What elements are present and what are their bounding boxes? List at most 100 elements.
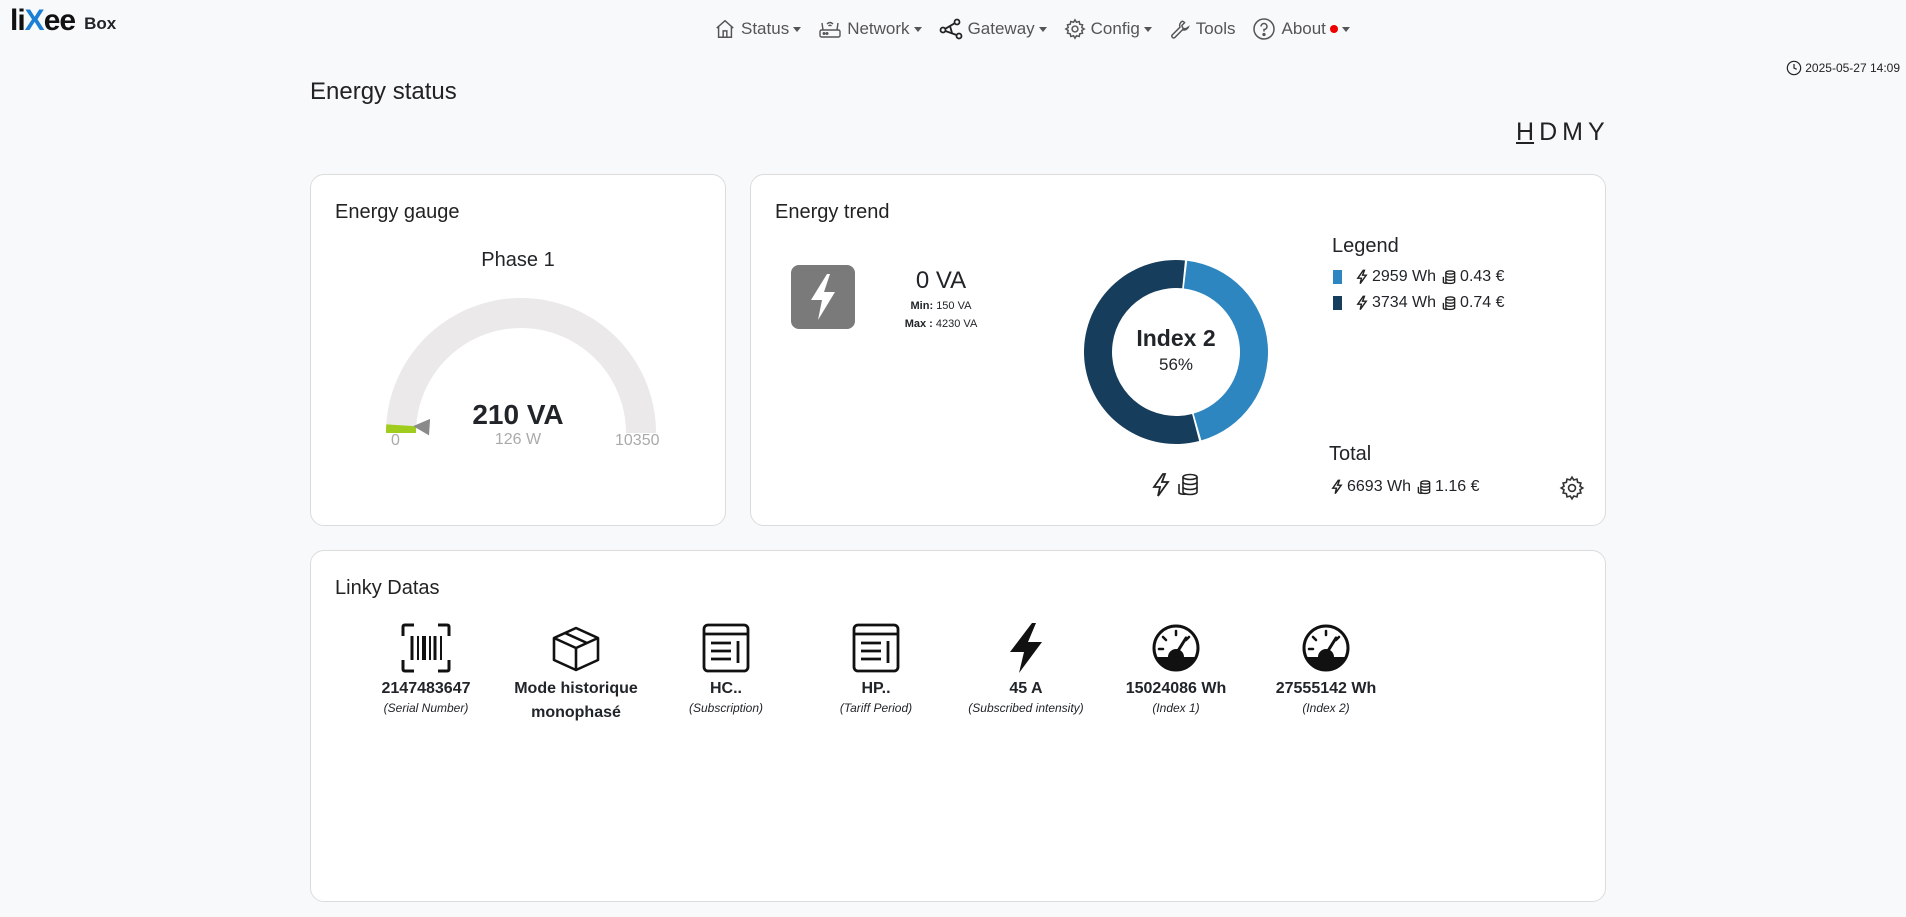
- bolt-outline-icon: [1356, 295, 1368, 311]
- mode-value: Mode historique monophasé: [514, 680, 638, 721]
- legend-cost: 0.74 €: [1460, 294, 1505, 311]
- gear-icon: [1064, 18, 1086, 40]
- settings-gear-icon[interactable]: [1559, 475, 1585, 501]
- barcode-icon: [401, 623, 451, 673]
- intensity-value: 45 A: [1009, 680, 1043, 697]
- linky-items: 2147483647 (Serial Number) Mode historiq…: [351, 621, 1401, 725]
- power-tile: [791, 265, 855, 329]
- gauge-min: 0: [391, 432, 400, 449]
- bolt-outline-icon: [1356, 269, 1368, 285]
- phase-label: Phase 1: [481, 249, 555, 271]
- question-circle-icon: [1253, 18, 1276, 40]
- total-title: Total: [1329, 443, 1372, 465]
- linky-item-mode: Mode historique monophasé: [501, 621, 651, 725]
- nav-gateway-label: Gateway: [967, 19, 1035, 38]
- navbar: liXee Box Status Network Gateway Config …: [0, 0, 1906, 76]
- total-row: 6693 Wh 1.16 €: [1331, 478, 1480, 496]
- page-title: Energy status: [310, 78, 457, 105]
- serial-number-value: 2147483647: [381, 680, 471, 697]
- document-icon: [852, 623, 900, 673]
- nav-config-label: Config: [1090, 19, 1140, 38]
- linky-item-tariff-period: HP.. (Tariff Period): [801, 621, 951, 725]
- chevron-down-icon: [1341, 26, 1350, 32]
- chevron-down-icon: [793, 26, 802, 32]
- meter-icon: [1152, 624, 1200, 672]
- gauge-value: 210 VA: [472, 399, 564, 430]
- chevron-down-icon: [1143, 26, 1152, 32]
- donut-percent: 56%: [1158, 355, 1194, 374]
- home-icon: [716, 19, 734, 38]
- current-power: 0 VA: [915, 267, 967, 294]
- index-donut-chart: [1084, 260, 1268, 445]
- total-cost: 1.16 €: [1435, 478, 1480, 495]
- donut-segment-index-2: [1084, 260, 1200, 445]
- index-2-label: (Index 2): [1302, 701, 1350, 715]
- legend-swatch: [1333, 296, 1342, 310]
- linky-item-index-2: 27555142 Wh (Index 2): [1251, 621, 1401, 725]
- nav-network-label: Network: [847, 19, 910, 38]
- legend-cost: 0.43 €: [1460, 268, 1505, 285]
- subscription-value: HC..: [710, 680, 742, 697]
- period-day[interactable]: D: [1539, 118, 1557, 147]
- nav-about-label: About: [1281, 19, 1326, 38]
- serial-number-label: (Serial Number): [383, 701, 469, 715]
- energy-gauge-card: Energy gauge Phase 1 210 VA 126 W 0 1035…: [310, 174, 726, 526]
- nav-network[interactable]: Network: [818, 18, 922, 40]
- period-year[interactable]: Y: [1588, 118, 1605, 147]
- brand-suffix: Box: [84, 14, 117, 33]
- bolt-outline-icon[interactable]: [1151, 473, 1171, 497]
- period-hour[interactable]: H: [1516, 118, 1534, 147]
- nav-gateway[interactable]: Gateway: [939, 18, 1047, 40]
- wrench-icon: [1170, 20, 1190, 39]
- nav-about[interactable]: About: [1252, 17, 1350, 41]
- box-icon: [552, 626, 600, 672]
- period-selector: H D M Y: [1516, 118, 1610, 147]
- router-icon: [819, 21, 841, 38]
- coins-icon: [1442, 295, 1456, 310]
- tariff-period-value: HP..: [861, 680, 891, 697]
- total-energy: 6693 Wh: [1347, 478, 1412, 495]
- donut-label: Index 2: [1136, 325, 1216, 351]
- coins-icon[interactable]: [1177, 473, 1199, 497]
- legend-row-index-2: 3734 Wh 0.74 €: [1333, 294, 1505, 312]
- linky-item-serial: 2147483647 (Serial Number): [351, 621, 501, 725]
- bolt-icon: [811, 274, 835, 320]
- tariff-period-label: (Tariff Period): [839, 701, 913, 715]
- legend-energy: 2959 Wh: [1372, 268, 1437, 285]
- bolt-outline-icon: [1331, 479, 1343, 495]
- clock-icon: [1786, 60, 1802, 76]
- nav-tools-label: Tools: [1195, 19, 1236, 38]
- power-min: Min: 150 VA: [910, 300, 972, 312]
- card-title: Energy trend: [775, 201, 890, 223]
- gauge-watts: 126 W: [494, 431, 542, 448]
- nav-tools[interactable]: Tools: [1169, 18, 1236, 40]
- index-2-value: 27555142 Wh: [1275, 680, 1377, 697]
- nav-config[interactable]: Config: [1064, 18, 1152, 40]
- linky-item-subscription: HC.. (Subscription): [651, 621, 801, 725]
- brand-logo[interactable]: liXee Box: [10, 6, 116, 36]
- index-1-label: (Index 1): [1152, 701, 1200, 715]
- chevron-down-icon: [1038, 26, 1047, 32]
- intensity-label: (Subscribed intensity): [968, 701, 1084, 715]
- energy-trend-card: Energy trend 0 VA Min: 150 VA Max : 4230…: [750, 174, 1606, 526]
- legend-swatch: [1333, 270, 1342, 284]
- coins-icon: [1442, 269, 1456, 284]
- chevron-down-icon: [913, 26, 922, 32]
- share-nodes-icon: [939, 18, 962, 40]
- card-title: Energy gauge: [335, 201, 460, 223]
- linky-data-card: Linky Datas 2147483647 (Serial Number) M…: [310, 550, 1606, 902]
- document-icon: [702, 623, 750, 673]
- meter-icon: [1302, 624, 1350, 672]
- linky-item-index-1: 15024086 Wh (Index 1): [1101, 621, 1251, 725]
- coins-icon: [1417, 479, 1431, 494]
- donut-mode-toggle: [1151, 473, 1199, 497]
- index-1-value: 15024086 Wh: [1125, 680, 1227, 697]
- period-month[interactable]: M: [1562, 118, 1583, 147]
- legend-title: Legend: [1332, 235, 1399, 257]
- linky-item-intensity: 45 A (Subscribed intensity): [951, 621, 1101, 725]
- datetime-display: 2025-05-27 14:09: [1786, 60, 1900, 76]
- nav-status-label: Status: [741, 19, 790, 38]
- bolt-icon: [1010, 623, 1042, 673]
- legend-row-index-1: 2959 Wh 0.43 €: [1333, 268, 1505, 286]
- nav-status[interactable]: Status: [714, 18, 802, 40]
